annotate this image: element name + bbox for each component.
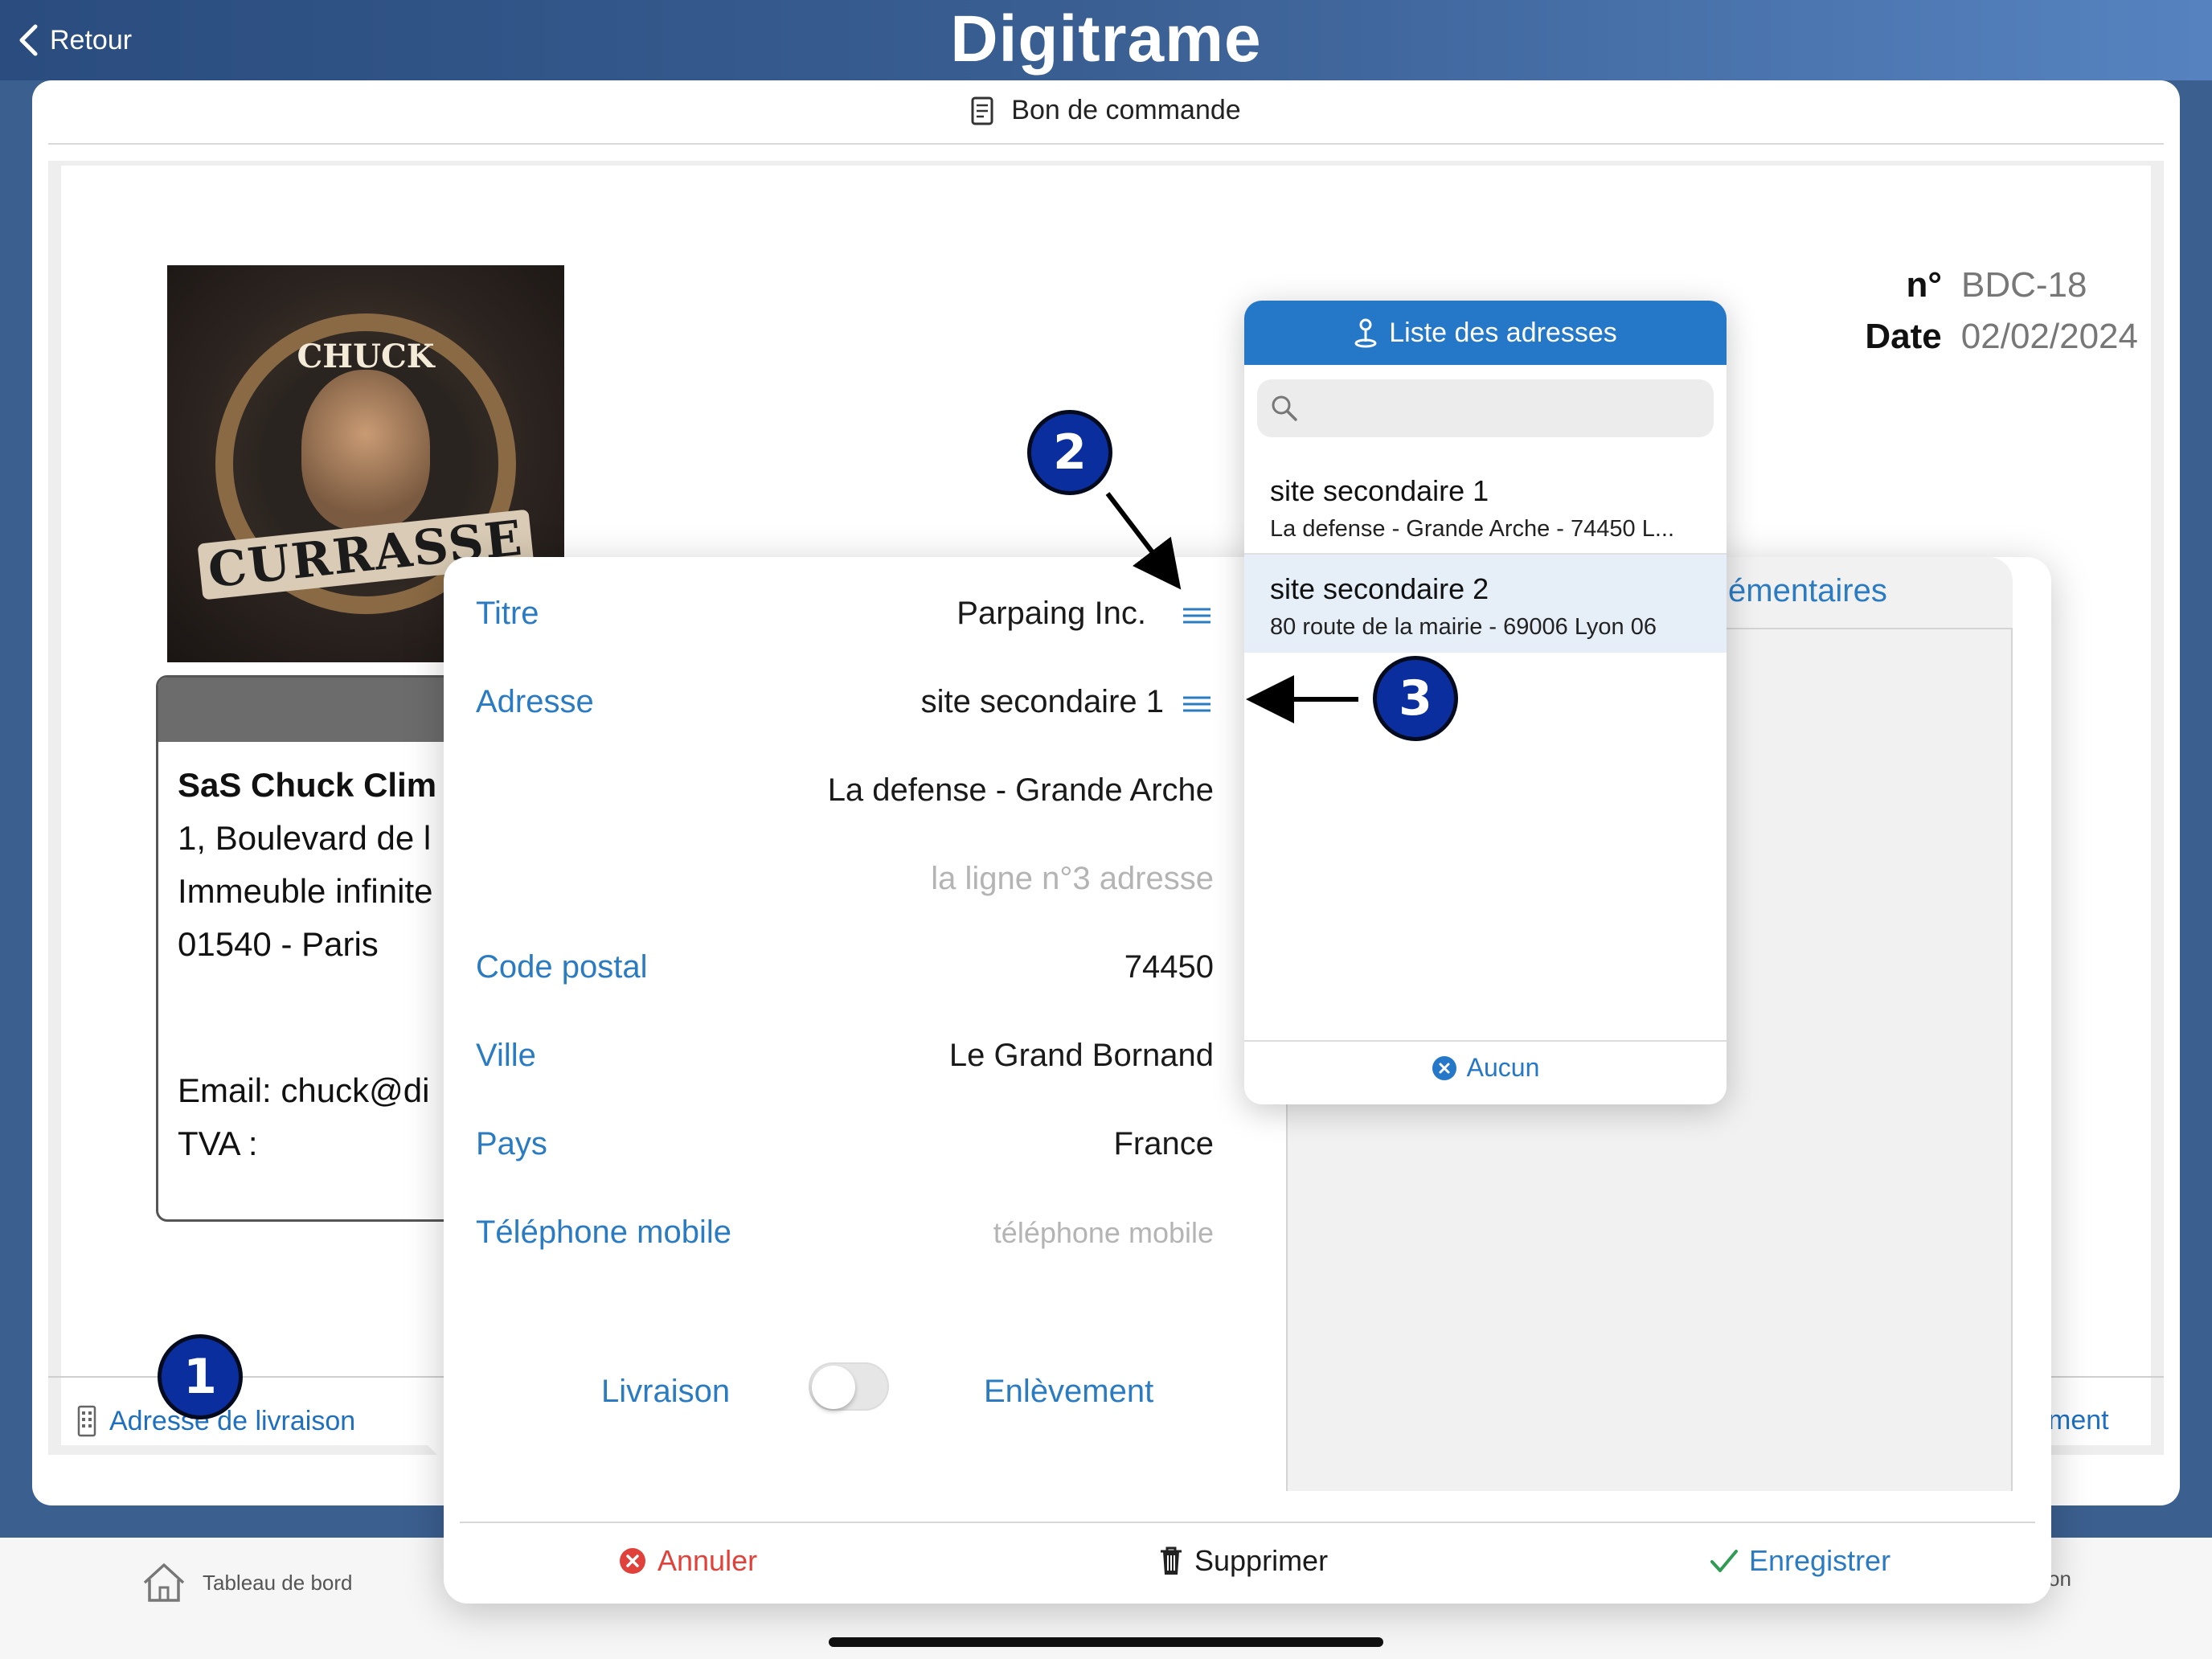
annotation-arrows bbox=[1105, 492, 1358, 723]
callout-marker: 1 bbox=[158, 1334, 243, 1419]
callout-marker: 2 bbox=[1027, 410, 1112, 495]
callout-marker: 3 bbox=[1373, 656, 1458, 741]
arrow-to-titre-menu bbox=[1105, 492, 1182, 590]
